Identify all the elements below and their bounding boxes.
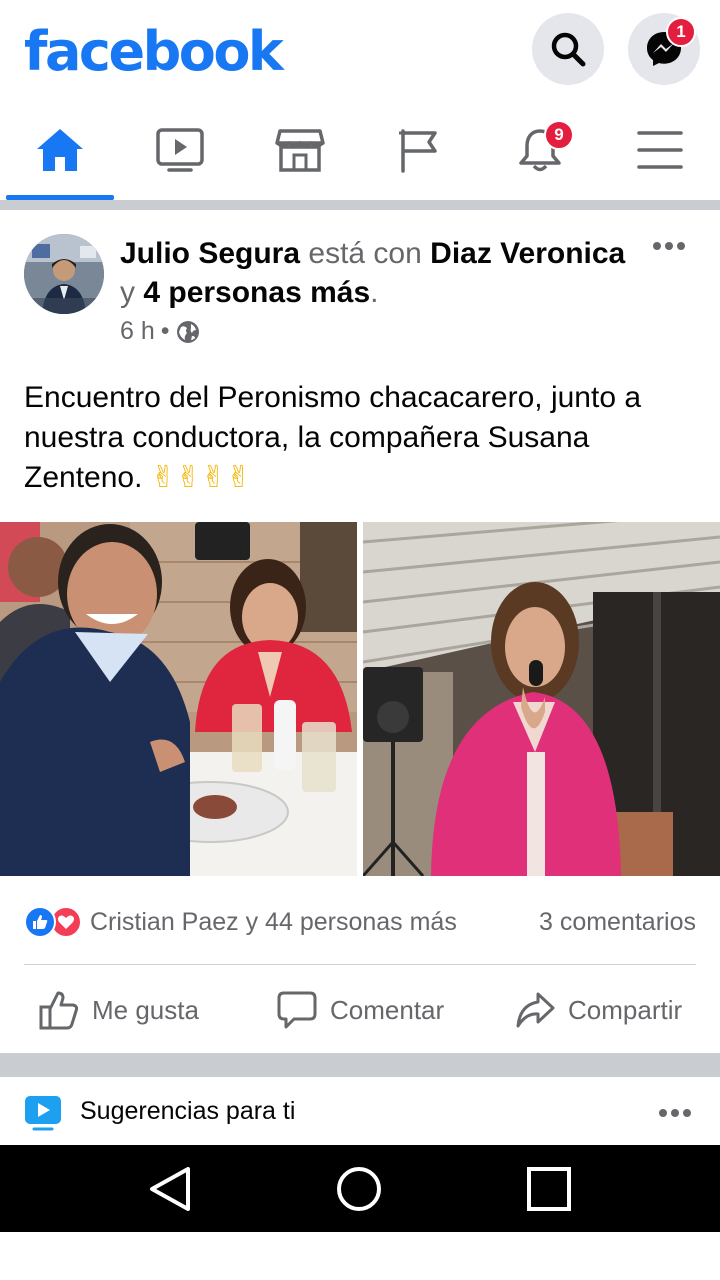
system-navigation-bar	[0, 1145, 720, 1232]
with-text: está con	[308, 237, 422, 270]
watch-suggestion-icon	[25, 1096, 61, 1131]
home-icon	[37, 129, 83, 171]
tab-menu[interactable]	[600, 100, 720, 200]
feed-post: Julio Segura está con Diaz Veronica y 4 …	[0, 210, 720, 1053]
feed-separator-2	[0, 1053, 720, 1077]
flag-icon	[399, 129, 437, 173]
video-icon	[156, 128, 204, 172]
comment-button[interactable]: Comentar	[276, 985, 444, 1035]
thumbs-up-icon	[39, 991, 79, 1030]
suggestions-title: Sugerencias para ti	[80, 1097, 296, 1125]
share-button[interactable]: Compartir	[514, 985, 682, 1035]
menu-icon	[637, 131, 683, 169]
recents-square-icon	[527, 1166, 571, 1211]
messenger-button[interactable]: 1	[628, 13, 700, 85]
share-label: Compartir	[568, 994, 683, 1025]
like-label: Me gusta	[92, 994, 199, 1025]
search-button[interactable]	[532, 13, 604, 85]
tagged-name[interactable]: Diaz Veronica	[430, 237, 625, 270]
author-name[interactable]: Julio Segura	[120, 237, 300, 270]
reactions-summary[interactable]: Cristian Paez y 44 personas más 3 coment…	[24, 900, 696, 944]
facebook-logo[interactable]: facebook	[24, 20, 284, 83]
post-photo-2[interactable]	[363, 522, 720, 876]
post-options-button[interactable]	[652, 238, 686, 256]
tab-watch[interactable]	[120, 100, 240, 200]
top-header: facebook 1	[0, 0, 720, 100]
post-photo-1[interactable]	[0, 522, 357, 876]
comment-icon	[277, 991, 317, 1029]
notifications-badge: 9	[544, 120, 574, 150]
marketplace-icon	[275, 129, 325, 172]
main-tab-bar: 9	[0, 100, 720, 200]
comments-count[interactable]: 3 comentarios	[539, 908, 696, 937]
avatar[interactable]	[24, 234, 104, 314]
like-button[interactable]: Me gusta	[38, 985, 199, 1035]
tagged-others[interactable]: 4 personas más	[143, 276, 370, 309]
tab-pages[interactable]	[360, 100, 480, 200]
reactions-text[interactable]: Cristian Paez y 44 personas más	[90, 908, 457, 937]
more-icon	[653, 242, 685, 250]
suggestions-section: Sugerencias para ti	[0, 1077, 720, 1145]
tab-notifications[interactable]: 9	[480, 100, 600, 200]
comment-label: Comentar	[330, 994, 445, 1025]
header-period: .	[370, 276, 379, 309]
photo-speaker-woman	[363, 522, 720, 876]
back-triangle-icon	[150, 1166, 190, 1211]
messenger-badge: 1	[666, 17, 696, 47]
back-button[interactable]	[110, 1145, 230, 1232]
globe-icon	[176, 320, 199, 343]
post-time[interactable]: 6 h	[120, 317, 155, 346]
victory-emojis: ✌✌✌✌	[150, 461, 252, 494]
post-header-text: Julio Segura está con Diaz Veronica y 4 …	[120, 234, 640, 312]
tab-marketplace[interactable]	[240, 100, 360, 200]
recents-button[interactable]	[489, 1145, 609, 1232]
actions-divider	[24, 964, 696, 965]
photo-restaurant	[0, 522, 357, 876]
feed-separator	[0, 200, 720, 210]
and-text: y	[120, 276, 135, 309]
search-icon	[551, 32, 586, 67]
suggestions-more-icon[interactable]	[658, 1108, 692, 1118]
meta-dot: •	[160, 317, 170, 345]
home-circle-icon	[337, 1166, 381, 1211]
post-body: Encuentro del Peronismo chacacarero, jun…	[24, 378, 700, 498]
post-meta: 6 h •	[120, 317, 200, 346]
tab-home[interactable]	[0, 100, 120, 200]
like-reaction-icon	[24, 906, 56, 938]
share-icon	[516, 992, 555, 1028]
post-text: Encuentro del Peronismo chacacarero, jun…	[24, 381, 642, 494]
home-system-button[interactable]	[299, 1145, 419, 1232]
avatar-photo	[24, 234, 104, 314]
